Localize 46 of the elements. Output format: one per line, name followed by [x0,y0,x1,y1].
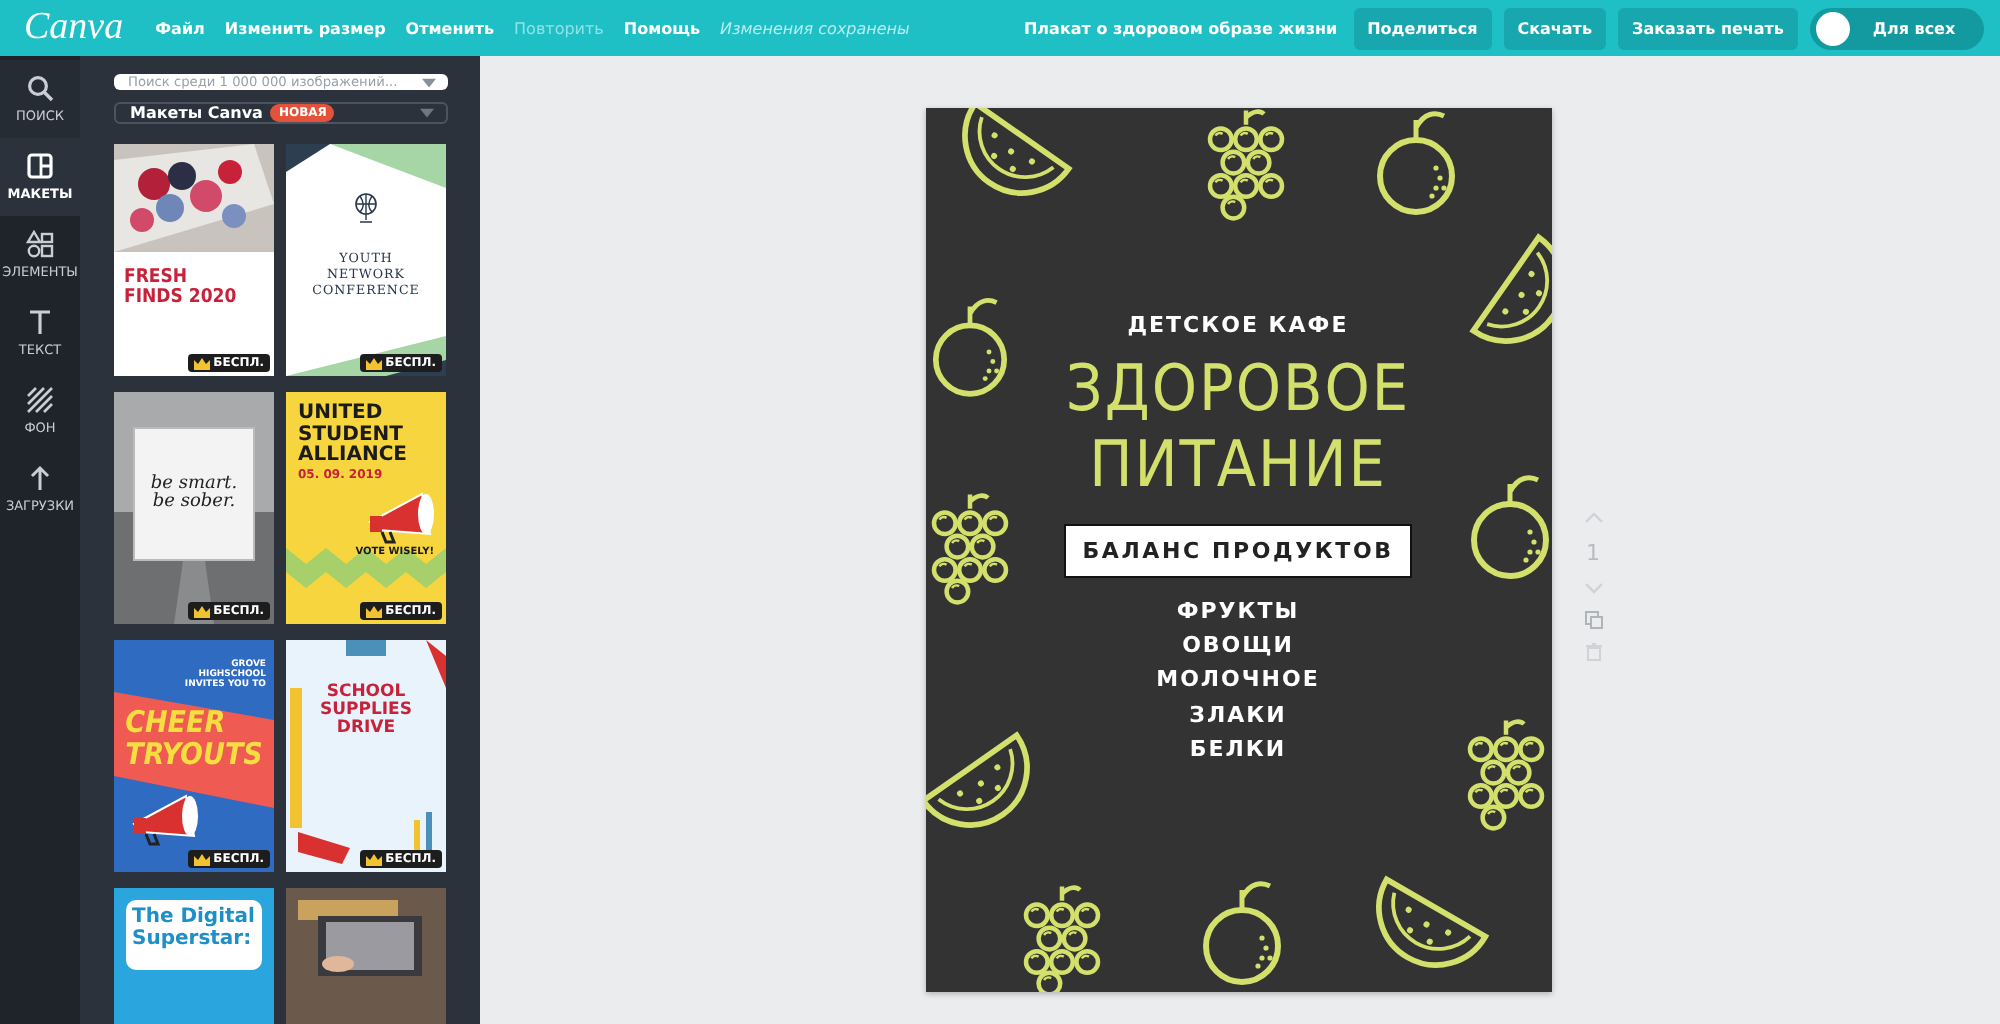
caret-icon [420,108,434,118]
template-headline: The Digital Superstar: [132,908,256,950]
template-headline: SCHOOL SUPPLIES DRIVE [320,684,412,738]
upload-icon [26,464,54,492]
template-headline: UNITED STUDENT ALLIANCE [298,404,407,467]
poster-list-item: ОВОЩИ [1182,630,1294,663]
save-status: Изменения сохранены [720,19,910,37]
crown-icon [193,357,210,369]
grapes-icon [930,492,1008,605]
template-thumbnail[interactable]: The Digital Superstar: [114,888,274,1024]
copy-icon[interactable] [1583,610,1603,630]
hatch-icon [26,386,54,414]
watermelon-icon [925,732,1029,828]
layout-icon [26,152,54,180]
watermelon-icon [1375,876,1488,968]
crown-icon [193,853,210,865]
watermelon-icon [961,108,1071,196]
trash-icon[interactable] [1583,642,1603,662]
poster-list-item: МОЛОЧНОЕ [1156,664,1320,697]
watermelon-icon [1469,234,1551,344]
poster-list-item: БЕЛКИ [1189,733,1287,766]
crown-icon [365,853,382,865]
poster-subtitle: ДЕТСКОЕ КАФЕ [1127,312,1349,338]
crown-icon [365,357,382,369]
text-icon [26,308,54,336]
poster-list-item: ЗЛАКИ [1189,699,1287,732]
grapes-icon [1466,718,1544,831]
poster-title: ЗДОРОВОЕ ПИТАНИЕ [1065,350,1411,502]
poster-label: БАЛАНС ПРОДУКТОВ [1064,524,1412,578]
arrow-up-icon[interactable] [1583,508,1603,528]
fruit-icon [1202,881,1280,985]
fruit-icon [1376,111,1454,215]
template-headline: FRESH FINDS 2020 [124,268,237,308]
poster-list-item: ФРУКТЫ [1176,596,1300,628]
shapes-icon [26,230,54,258]
globe-icon [352,192,380,224]
arrow-down-icon[interactable] [1583,578,1603,598]
fruit-icon [1470,475,1548,579]
search-icon [26,74,54,102]
crown-icon [365,605,382,617]
caret-icon [422,77,436,87]
template-headline: CHEER TRYOUTS [125,708,263,771]
template-headline: be smart. be sober. [150,476,238,514]
crown-icon [193,605,210,617]
dropdown-label: Макеты Canva [130,104,263,122]
fruit-icon [931,298,1007,397]
